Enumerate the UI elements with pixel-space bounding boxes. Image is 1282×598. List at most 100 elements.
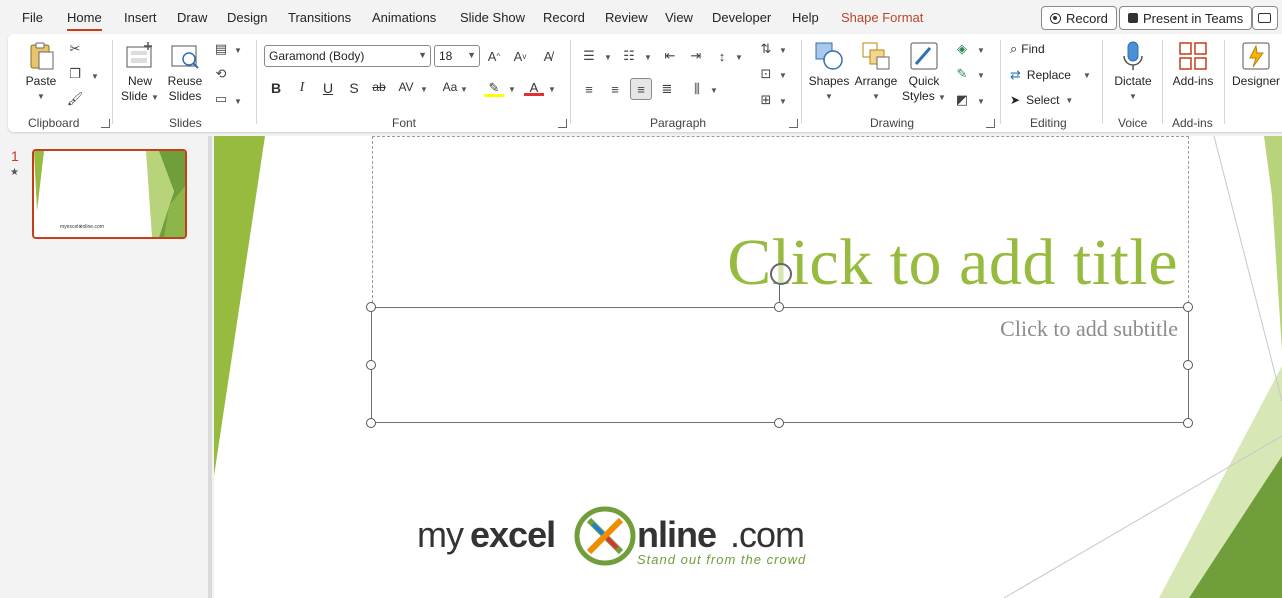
paragraph-launcher-icon[interactable] [789, 119, 798, 128]
change-case-icon[interactable]: Aa [440, 80, 460, 94]
paste-button[interactable]: Paste ▼ [22, 40, 60, 104]
quick-styles-button[interactable]: Quick Styles ▼ [901, 40, 947, 105]
tab-review[interactable]: Review [605, 10, 648, 25]
increase-indent-icon[interactable]: ⇥ [687, 47, 705, 65]
designer-button[interactable]: Designer [1230, 40, 1282, 89]
shapes-button[interactable]: Shapes ▼ [808, 40, 850, 104]
drawing-launcher-icon[interactable] [986, 119, 995, 128]
tab-animations[interactable]: Animations [372, 10, 436, 25]
chevron-down-icon[interactable]: ▼ [460, 85, 468, 94]
columns-icon[interactable]: ⫼ [688, 80, 706, 98]
resize-handle-top[interactable] [774, 302, 784, 312]
resize-handle-bottom[interactable] [774, 418, 784, 428]
font-family-select[interactable]: Garamond (Body) ▼ [264, 45, 431, 67]
resize-handle-bottom-left[interactable] [366, 418, 376, 428]
font-size-select[interactable]: 18 ▼ [434, 45, 480, 67]
align-center-icon[interactable]: ≡ [606, 80, 624, 98]
tab-slide-show[interactable]: Slide Show [460, 10, 525, 25]
smartart-icon[interactable]: ⊞ [757, 91, 775, 109]
chevron-down-icon[interactable]: ▼ [779, 71, 787, 80]
chevron-down-icon[interactable]: ▼ [548, 85, 556, 94]
select-button[interactable]: ➤ Select ▼ [1010, 93, 1073, 107]
bullets-icon[interactable]: ☰ [580, 47, 598, 65]
add-ins-button[interactable]: Add-ins [1170, 40, 1216, 89]
resize-handle-bottom-right[interactable] [1183, 418, 1193, 428]
chevron-down-icon[interactable]: ▼ [977, 46, 985, 55]
logo-tagline: Stand out from the crowd [637, 552, 807, 567]
justify-icon[interactable]: ≣ [658, 80, 676, 98]
section-icon[interactable]: ▭ [212, 90, 230, 108]
font-launcher-icon[interactable] [558, 119, 567, 128]
tab-transitions[interactable]: Transitions [288, 10, 351, 25]
highlight-icon[interactable]: ✎ [484, 80, 504, 97]
layout-icon[interactable]: ▤ [212, 40, 230, 58]
new-slide-button[interactable]: New Slide ▼ [120, 40, 160, 105]
slide-thumbnail[interactable]: myexcel⊗nline.com [32, 149, 187, 239]
clear-formatting-icon[interactable]: A̸ [539, 47, 557, 65]
slide-canvas[interactable]: Click to add title Click to add subtitle… [214, 136, 1282, 598]
resize-handle-left[interactable] [366, 360, 376, 370]
subtitle-placeholder[interactable]: Click to add subtitle [371, 307, 1189, 423]
copy-icon[interactable]: ❐ [66, 65, 84, 83]
rotate-handle-icon[interactable] [770, 263, 792, 285]
character-spacing-icon[interactable]: AV [396, 80, 416, 94]
tab-home[interactable]: Home [67, 10, 102, 31]
underline-icon[interactable]: U [318, 80, 338, 96]
tab-shape-format[interactable]: Shape Format [841, 10, 923, 25]
record-button[interactable]: Record [1041, 6, 1117, 30]
chevron-down-icon[interactable]: ▼ [234, 97, 242, 106]
align-left-icon[interactable]: ≡ [580, 80, 598, 98]
text-shadow-icon[interactable]: S [344, 80, 364, 96]
find-button[interactable]: ⌕ Find [1010, 41, 1045, 57]
dictate-button[interactable]: Dictate ▼ [1110, 40, 1156, 104]
present-in-teams-button[interactable]: Present in Teams [1119, 6, 1253, 30]
chevron-down-icon[interactable]: ▼ [234, 46, 242, 55]
resize-handle-right[interactable] [1183, 360, 1193, 370]
align-right-icon[interactable]: ≡ [630, 78, 652, 100]
chevron-down-icon[interactable]: ▼ [91, 72, 99, 81]
decrease-indent-icon[interactable]: ⇤ [661, 47, 679, 65]
font-color-icon[interactable]: A [524, 80, 544, 96]
bold-icon[interactable]: B [266, 80, 286, 96]
chevron-down-icon[interactable]: ▼ [779, 46, 787, 55]
tab-file[interactable]: File [22, 10, 43, 25]
comments-button[interactable] [1252, 6, 1278, 30]
shape-outline-icon[interactable]: ✎ [953, 65, 971, 83]
tab-view[interactable]: View [665, 10, 693, 25]
tab-design[interactable]: Design [227, 10, 267, 25]
chevron-down-icon[interactable]: ▼ [977, 97, 985, 106]
tab-developer[interactable]: Developer [712, 10, 771, 25]
arrange-button[interactable]: Arrange ▼ [854, 40, 898, 104]
chevron-down-icon[interactable]: ▼ [604, 53, 612, 62]
increase-font-size-icon[interactable]: A ^ [485, 47, 503, 65]
numbering-icon[interactable]: ☷ [620, 47, 638, 65]
tab-help[interactable]: Help [792, 10, 819, 25]
strikethrough-icon[interactable]: ab [369, 80, 389, 94]
cut-icon[interactable]: ✂ [66, 40, 84, 58]
chevron-down-icon[interactable]: ▼ [508, 85, 516, 94]
shape-effects-icon[interactable]: ◩ [953, 91, 971, 109]
tab-record[interactable]: Record [543, 10, 585, 25]
reset-icon[interactable]: ⟲ [212, 65, 230, 83]
tab-insert[interactable]: Insert [124, 10, 157, 25]
chevron-down-icon[interactable]: ▼ [977, 71, 985, 80]
chevron-down-icon[interactable]: ▼ [710, 86, 718, 95]
format-painter-icon[interactable]: 🖌 [66, 90, 84, 108]
chevron-down-icon[interactable]: ▼ [779, 97, 787, 106]
pane-splitter[interactable] [208, 136, 212, 598]
replace-button[interactable]: ⇄ Replace ▼ [1010, 67, 1091, 83]
shape-fill-icon[interactable]: ◈ [953, 40, 971, 58]
resize-handle-top-right[interactable] [1183, 302, 1193, 312]
italic-icon[interactable]: I [292, 80, 312, 96]
line-spacing-icon[interactable]: ↕ [713, 47, 731, 65]
reuse-slides-button[interactable]: Reuse Slides [165, 40, 205, 104]
decrease-font-size-icon[interactable]: Av [511, 47, 529, 65]
clipboard-launcher-icon[interactable] [101, 119, 110, 128]
chevron-down-icon[interactable]: ▼ [420, 85, 428, 94]
chevron-down-icon[interactable]: ▼ [735, 53, 743, 62]
align-text-icon[interactable]: ⊡ [757, 65, 775, 83]
text-direction-icon[interactable]: ⇅ [757, 40, 775, 58]
resize-handle-top-left[interactable] [366, 302, 376, 312]
chevron-down-icon[interactable]: ▼ [644, 53, 652, 62]
tab-draw[interactable]: Draw [177, 10, 207, 25]
